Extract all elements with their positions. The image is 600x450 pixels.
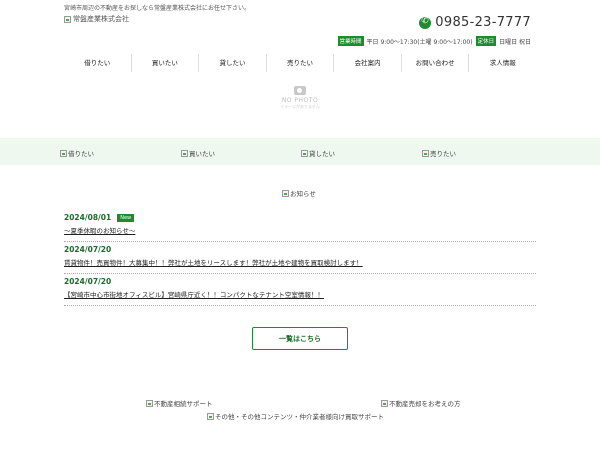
banner-label: その他・その他コンテンツ・仲介業者様向け買取サポート [215, 413, 384, 421]
banner-sale-consideration[interactable]: 不動産売却をお考えの方 [381, 398, 461, 408]
view-all-news-button[interactable]: 一覧はこちら [252, 327, 348, 350]
category-link-rent[interactable]: 借りたい [60, 148, 94, 158]
site-logo[interactable]: 常盤産業株式会社 [64, 14, 129, 24]
banner-label: 不動産相続サポート [154, 400, 213, 408]
nav-item-recruit[interactable]: 求人情報 [469, 54, 536, 72]
category-link-buy[interactable]: 買いたい [181, 148, 215, 158]
site-tagline: 宮崎市周辺の不動産をお探しなら常盤産業株式会社にお任せ下さい。 [64, 5, 251, 12]
nav-item-company[interactable]: 会社案内 [334, 54, 402, 72]
hours-badge: 営業時間 [337, 36, 364, 46]
broken-image-icon [181, 149, 188, 157]
news-title-link[interactable]: ～夏季休暇のお知らせ～ [64, 225, 536, 235]
main-nav: 借りたい 買いたい 貸したい 売りたい 会社案内 お問い合わせ 求人情報 [64, 54, 536, 72]
new-badge: New [117, 213, 135, 222]
news-item: 2024/07/20 賃貸物件！売買物件！大募集中！！弊社が土地をリースします！… [64, 242, 536, 274]
no-photo-subtitle: イメージがありません [280, 104, 320, 109]
news-date: 2024/07/20 [64, 245, 112, 254]
news-date: 2024/08/01 [64, 213, 112, 222]
banner-broker-purchase-support[interactable]: その他・その他コンテンツ・仲介業者様向け買取サポート [207, 411, 384, 421]
nav-item-sell[interactable]: 売りたい [267, 54, 335, 72]
no-photo-placeholder: NO PHOTO イメージがありません [278, 80, 322, 118]
broken-image-icon [207, 412, 214, 420]
news-title-link[interactable]: 賃貸物件！売買物件！大募集中！！弊社が土地をリースします！弊社が土地や建物を買取… [64, 257, 536, 267]
category-label: 借りたい [68, 150, 94, 158]
phone-icon [419, 16, 432, 29]
nav-item-contact[interactable]: お問い合わせ [402, 54, 470, 72]
hours-text: 平日 9:00～17:30(土曜 9:00～17:00) [366, 38, 473, 46]
news-item: 2024/08/01 New ～夏季休暇のお知らせ～ [64, 210, 536, 242]
phone-contact[interactable]: 0985-23-7777 [419, 15, 531, 30]
holiday-text: 日曜日 祝日 [499, 38, 531, 46]
business-hours: 営業時間 平日 9:00～17:30(土曜 9:00～17:00) 定休日 日曜… [337, 36, 531, 46]
no-photo-title: NO PHOTO [281, 97, 319, 104]
nav-item-rent[interactable]: 借りたい [64, 54, 132, 72]
phone-number: 0985-23-7777 [435, 15, 531, 30]
nav-item-lease[interactable]: 貸したい [199, 54, 267, 72]
category-label: 売りたい [430, 150, 456, 158]
broken-image-icon [422, 149, 429, 157]
holiday-badge: 定休日 [475, 36, 497, 46]
broken-image-icon [64, 15, 71, 23]
news-list: 2024/08/01 New ～夏季休暇のお知らせ～ 2024/07/20 賃貸… [64, 210, 536, 306]
banner-inheritance-support[interactable]: 不動産相続サポート [146, 398, 213, 408]
news-date: 2024/07/20 [64, 277, 112, 286]
camera-icon [294, 86, 306, 95]
broken-image-icon [301, 149, 308, 157]
logo-alt-text: 常盤産業株式会社 [73, 15, 129, 23]
category-link-lease[interactable]: 貸したい [301, 148, 335, 158]
news-title-link[interactable]: 【宮崎市中心市街地オフィスビル】宮崎県庁近く！！コンパクトなテナント空室情報！！ [64, 289, 536, 299]
news-date-row: 2024/08/01 New [64, 213, 536, 222]
nav-item-buy[interactable]: 買いたい [132, 54, 200, 72]
broken-image-icon [282, 189, 289, 197]
category-label: 貸したい [309, 150, 335, 158]
broken-image-icon [381, 399, 388, 407]
news-date-row: 2024/07/20 [64, 277, 536, 286]
category-label: 買いたい [189, 150, 215, 158]
news-heading-alt: お知らせ [290, 190, 316, 198]
banner-label: 不動産売却をお考えの方 [389, 400, 461, 408]
category-link-sell[interactable]: 売りたい [422, 148, 456, 158]
broken-image-icon [146, 399, 153, 407]
news-heading: お知らせ [282, 188, 316, 198]
broken-image-icon [60, 149, 67, 157]
news-item: 2024/07/20 【宮崎市中心市街地オフィスビル】宮崎県庁近く！！コンパクト… [64, 274, 536, 306]
category-band: 借りたい 買いたい 貸したい 売りたい [0, 138, 600, 165]
news-date-row: 2024/07/20 [64, 245, 536, 254]
